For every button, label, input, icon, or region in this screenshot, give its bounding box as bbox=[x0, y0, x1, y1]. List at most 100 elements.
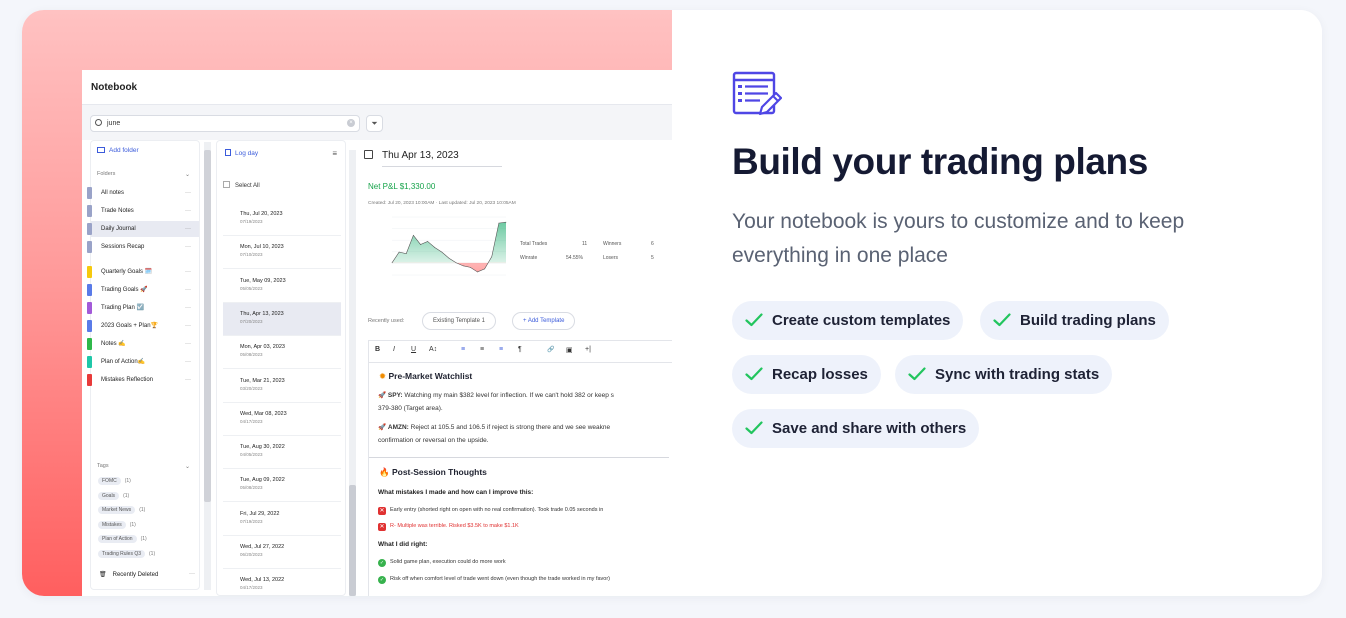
tags-header[interactable]: Tags ⌄ bbox=[97, 463, 190, 470]
x-icon: ✕ bbox=[378, 507, 386, 515]
data-point bbox=[462, 265, 464, 267]
list-item[interactable]: Wed, Mar 08, 2023 04/17/2023 bbox=[223, 403, 341, 436]
notebook-pen-icon bbox=[732, 71, 782, 116]
total-trades-label: Total Trades bbox=[520, 241, 548, 247]
check-icon bbox=[745, 421, 763, 435]
winners-value: 6 bbox=[651, 241, 654, 247]
more-icon[interactable]: ··· bbox=[185, 264, 191, 280]
note-meta: Created: Jul 20, 2023 10:00AM · Last upd… bbox=[368, 201, 516, 206]
template-pill[interactable]: Existing Template 1 bbox=[422, 312, 496, 330]
more-icon[interactable]: ··· bbox=[185, 300, 191, 316]
select-all-checkbox[interactable]: Select All bbox=[223, 181, 260, 189]
list-item[interactable]: Tue, Aug 30, 2022 04/05/2023 bbox=[223, 436, 341, 470]
data-point bbox=[477, 271, 478, 273]
bold-button[interactable]: B bbox=[375, 346, 380, 353]
list-item[interactable]: Tue, Aug 09, 2022 05/08/2023 bbox=[223, 469, 341, 503]
paragraph-button[interactable]: ¶ bbox=[518, 346, 522, 353]
app-title: Notebook bbox=[91, 82, 138, 93]
chevron-down-icon: ⌄ bbox=[185, 464, 191, 470]
folder-plus-icon bbox=[97, 147, 105, 153]
list-item[interactable]: Mon, Apr 03, 2023 05/08/2023 bbox=[223, 336, 341, 370]
screenshot-panel: Notebook june × ⏷ Add folder Folders ⌄ Al… bbox=[22, 10, 672, 596]
losers-label: Losers bbox=[603, 255, 619, 261]
pnl-chart bbox=[391, 216, 507, 276]
calendar-icon bbox=[364, 150, 373, 159]
more-icon[interactable]: ··· bbox=[185, 354, 191, 370]
tag-item[interactable]: Trading Rules Q3 (1) bbox=[98, 549, 155, 558]
editor-body[interactable]: ✹ Pre-Market Watchlist 🚀 SPY: Watching m… bbox=[368, 362, 672, 596]
sidebar-folder-item[interactable]: Notes ✍️ ··· bbox=[87, 336, 199, 352]
tag-item[interactable]: Market News (1) bbox=[98, 506, 145, 514]
more-icon[interactable]: ··· bbox=[185, 185, 191, 201]
tag-item[interactable]: FOMC (1) bbox=[98, 477, 131, 485]
link-button[interactable]: 🔗 bbox=[547, 346, 554, 353]
more-icon[interactable]: ··· bbox=[185, 336, 191, 352]
image-button[interactable]: ▣ bbox=[566, 346, 573, 354]
sidebar-folder-item[interactable]: Daily Journal ··· bbox=[87, 221, 199, 237]
app-window: Notebook june × ⏷ Add folder Folders ⌄ Al… bbox=[82, 70, 672, 596]
list-item[interactable]: Tue, May 09, 2023 05/05/2023 bbox=[223, 270, 341, 303]
sidebar-folder-item[interactable]: Plan of Action✍️ ··· bbox=[87, 354, 199, 370]
list-item[interactable]: Tue, Mar 21, 2023 03/20/2023 bbox=[223, 370, 341, 403]
sidebar-folder-item[interactable]: Mistakes Reflection ··· bbox=[87, 372, 199, 388]
heading-premarket: ✹ Pre-Market Watchlist bbox=[379, 371, 473, 381]
sidebar-folder-item[interactable]: Quarterly Goals 🗓️ ··· bbox=[87, 264, 199, 280]
sun-icon: ✹ bbox=[379, 371, 387, 381]
folders-panel: Add folder Folders ⌄ All notes ··· Trade No… bbox=[87, 140, 200, 590]
more-icon[interactable]: ··· bbox=[185, 221, 191, 237]
note-date[interactable]: Thu Apr 13, 2023 bbox=[364, 150, 459, 161]
feature-pill: Sync with trading stats bbox=[895, 355, 1113, 394]
list-item[interactable]: Mon, Jul 10, 2023 07/10/2023 bbox=[223, 236, 341, 270]
sidebar-folder-item[interactable]: Trading Goals 🚀 ··· bbox=[87, 282, 199, 298]
check-icon: ✓ bbox=[378, 559, 386, 567]
tag-item[interactable]: Plan of Action (1) bbox=[98, 535, 147, 543]
sidebar-folder-item[interactable]: Trading Plan ☑️ ··· bbox=[87, 300, 199, 316]
list-item[interactable]: Wed, Jul 27, 2022 06/20/2023 bbox=[223, 536, 341, 569]
losers-value: 5 bbox=[651, 255, 654, 261]
more-icon[interactable]: ··· bbox=[185, 203, 191, 219]
add-folder-button[interactable]: Add folder bbox=[97, 147, 139, 154]
list-item[interactable]: Thu, Jul 20, 2023 07/19/2023 bbox=[223, 203, 341, 236]
sidebar-folder-item[interactable]: Sessions Recap ··· bbox=[87, 239, 199, 255]
data-point bbox=[505, 221, 507, 223]
sidebar-folder-item[interactable]: Trade Notes ··· bbox=[87, 203, 199, 219]
tag-item[interactable]: Mistakes (1) bbox=[98, 520, 136, 529]
list-item[interactable]: Wed, Jul 13, 2022 04/17/2023 bbox=[223, 569, 341, 596]
filter-button[interactable]: ⏷ bbox=[366, 115, 383, 132]
italic-button[interactable]: I bbox=[393, 346, 395, 353]
align-center-button[interactable]: ≡ bbox=[480, 346, 484, 353]
check-icon bbox=[908, 367, 926, 381]
align-left-button[interactable]: ≡ bbox=[461, 346, 465, 353]
note-editor: Thu Apr 13, 2023 Net P&L $1,330.00 Creat… bbox=[360, 140, 672, 596]
sidebar-folder-item[interactable]: 2023 Goals + Plan🏆 ··· bbox=[87, 318, 199, 334]
font-size-button[interactable]: A↕ bbox=[429, 346, 437, 353]
data-point bbox=[420, 244, 421, 245]
insert-button[interactable]: +| bbox=[585, 346, 591, 353]
search-input[interactable]: june × bbox=[90, 115, 360, 132]
data-point bbox=[455, 262, 457, 264]
list-button[interactable]: ≡ bbox=[499, 346, 503, 353]
right-item: ✓ Solid game plan, execution could do mor… bbox=[378, 559, 506, 567]
data-point bbox=[491, 256, 493, 257]
folders-scrollbar[interactable] bbox=[204, 150, 211, 502]
trash-icon: 🗑 bbox=[99, 572, 107, 578]
more-icon[interactable]: ··· bbox=[185, 239, 191, 255]
folders-header[interactable]: Folders ⌄ bbox=[97, 171, 190, 178]
entries-scrollbar[interactable] bbox=[349, 150, 356, 596]
x-icon: ✕ bbox=[378, 523, 386, 531]
more-icon[interactable]: ··· bbox=[185, 282, 191, 298]
tag-item[interactable]: Goals (1) bbox=[98, 491, 129, 500]
data-point bbox=[484, 268, 485, 270]
more-icon[interactable]: ··· bbox=[185, 318, 191, 334]
clear-icon[interactable]: × bbox=[347, 119, 355, 127]
add-template-button[interactable]: + Add Template bbox=[512, 312, 576, 330]
sort-icon[interactable]: ≡ bbox=[332, 149, 337, 158]
folder-color-bar bbox=[87, 374, 92, 386]
sidebar-folder-item[interactable]: All notes ··· bbox=[87, 185, 199, 201]
recently-deleted[interactable]: 🗑 Recently Deleted ··· bbox=[99, 571, 195, 578]
more-icon[interactable]: ··· bbox=[185, 372, 191, 388]
underline-button[interactable]: U bbox=[411, 346, 416, 353]
list-item[interactable]: Fri, Jul 29, 2022 07/19/2023 bbox=[223, 503, 341, 536]
list-item[interactable]: Thu, Apr 13, 2023 07/20/2023 bbox=[223, 302, 341, 336]
log-day-button[interactable]: Log day bbox=[225, 149, 258, 157]
